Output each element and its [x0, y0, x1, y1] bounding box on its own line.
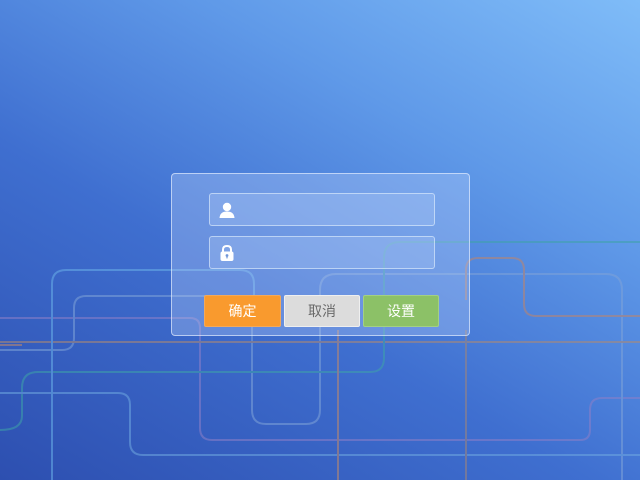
username-input[interactable] — [237, 194, 434, 225]
username-field[interactable] — [209, 193, 435, 226]
cancel-button[interactable]: 取消 — [284, 295, 360, 327]
ok-button-label: 确定 — [228, 304, 257, 320]
ok-button[interactable]: 确定 — [204, 295, 281, 327]
lock-icon — [217, 243, 237, 263]
password-input[interactable] — [237, 237, 434, 268]
settings-button[interactable]: 设置 — [363, 295, 439, 327]
user-icon — [217, 200, 237, 220]
login-panel: 确定 取消 设置 — [171, 173, 470, 336]
settings-button-label: 设置 — [387, 304, 415, 320]
cancel-button-label: 取消 — [308, 304, 336, 320]
login-screen: 确定 取消 设置 — [0, 0, 640, 480]
password-field[interactable] — [209, 236, 435, 269]
